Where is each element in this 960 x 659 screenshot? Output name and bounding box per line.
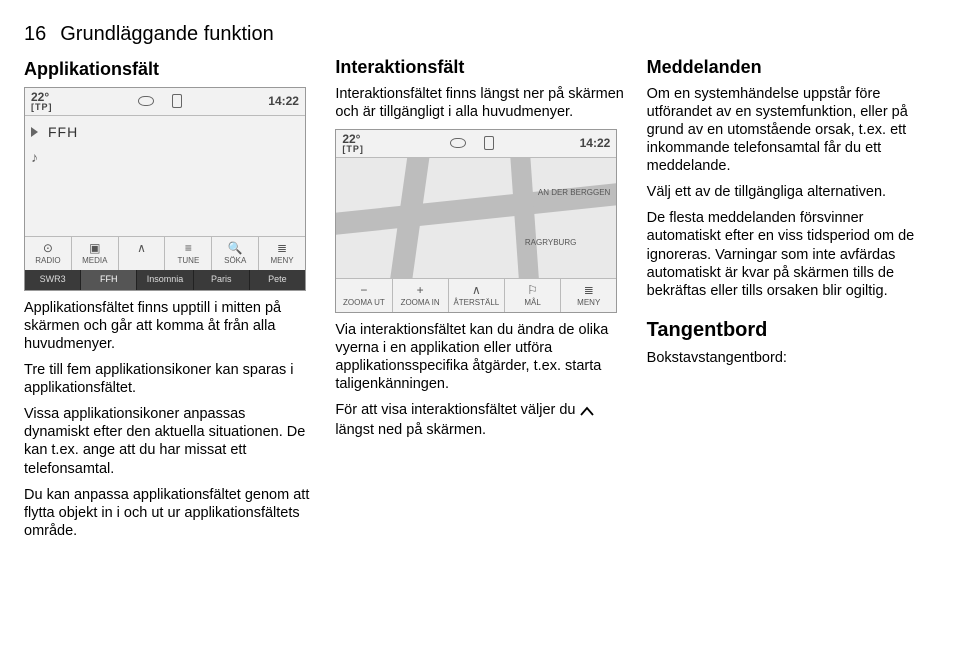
page-number: 16 [24, 22, 46, 47]
play-icon [31, 127, 38, 137]
weather-icon [138, 96, 154, 106]
column-2: Interaktionsfält Interaktionsfältet finn… [335, 22, 624, 548]
col3-para-3: De flesta meddelanden försvinner automat… [647, 209, 936, 300]
status-bar: 22° [TP] 14:22 [336, 130, 616, 154]
col1-para-1: Applikationsfältet finns upptill i mitte… [24, 299, 313, 353]
toolbar-zoom-out: −ZOOMA UT [336, 279, 392, 312]
temperature: 22° [31, 91, 53, 103]
temperature: 22° [342, 133, 364, 145]
toolbar-tune: ≡TUNE [165, 237, 212, 270]
infotainment-screenshot-radio: 22° [TP] 14:22 FFH ♪ ⊙R [24, 87, 306, 291]
clock: 14:22 [580, 136, 611, 151]
toolbar-media: ▣MEDIA [72, 237, 119, 270]
toolbar-zoom-in: +ZOOMA IN [393, 279, 449, 312]
preset-4: Paris [194, 270, 250, 289]
col2-para-3b: längst ned på skärmen. [335, 422, 486, 438]
preset-2: FFH [81, 270, 137, 289]
map-label-1: AN DER BERGGEN [538, 188, 610, 198]
map-label-2: RAGRYBURG [525, 238, 576, 248]
col2-para-2: Via interaktionsfältet kan du ändra de o… [335, 321, 624, 394]
section-heading-applikationsfalt: Applikationsfält [24, 58, 313, 81]
toolbar-search: 🔍SÖKA [212, 237, 259, 270]
phone-icon [484, 136, 494, 150]
clock: 14:22 [268, 94, 299, 109]
weather-icon [450, 138, 466, 148]
toolbar-blank: ∧ [119, 237, 166, 270]
col2-para-3a: För att visa interaktionsfältet väljer d… [335, 402, 579, 418]
column-1: 16 Grundläggande funktion Applikationsfä… [24, 22, 313, 548]
app-toolbar: ⊙RADIO ▣MEDIA ∧ ≡TUNE 🔍SÖKA ≣MENY [25, 236, 305, 270]
section-heading-tangentbord: Tangentbord [647, 318, 936, 343]
map-toolbar: −ZOOMA UT +ZOOMA IN ∧ÅTERSTÄLL ⚐MÅL ≣MEN… [336, 278, 616, 312]
col1-para-2: Tre till fem applikationsikoner kan spar… [24, 361, 313, 397]
presets-row: SWR3 FFH Insomnia Paris Pete [25, 270, 305, 289]
toolbar-destination: ⚐MÅL [505, 279, 561, 312]
preset-5: Pete [250, 270, 305, 289]
col1-para-3: Vissa applikationsikoner anpassas dynami… [24, 405, 313, 478]
phone-icon [172, 94, 182, 108]
col3-para-4: Bokstavstangentbord: [647, 349, 936, 367]
station-name: FFH [48, 124, 78, 142]
column-3: Meddelanden Om en systemhändelse uppstår… [647, 22, 936, 548]
chevron-up-icon [580, 403, 594, 421]
music-note-icon: ♪ [31, 149, 38, 167]
infotainment-screenshot-map: 22° [TP] 14:22 AN DER BERGGEN RAGRYBURG … [335, 129, 617, 313]
map-area: AN DER BERGGEN RAGRYBURG [336, 158, 616, 278]
col3-para-2: Välj ett av de tillgängliga alternativen… [647, 183, 936, 201]
toolbar-menu: ≣MENY [259, 237, 305, 270]
toolbar-menu: ≣MENY [561, 279, 616, 312]
preset-1: SWR3 [25, 270, 81, 289]
tp-indicator: [TP] [31, 103, 53, 112]
toolbar-reset: ∧ÅTERSTÄLL [449, 279, 505, 312]
page-header: 16 Grundläggande funktion [24, 22, 313, 47]
section-heading-interaktionsfalt: Interaktionsfält [335, 56, 624, 79]
col2-para-1: Interaktionsfältet finns längst ner på s… [335, 85, 624, 121]
preset-3: Insomnia [137, 270, 193, 289]
col1-para-4: Du kan anpassa applikationsfältet genom … [24, 486, 313, 540]
col3-para-1: Om en systemhändelse uppstår före utföra… [647, 85, 936, 176]
radio-body: FFH ♪ [25, 116, 305, 237]
status-bar: 22° [TP] 14:22 [25, 88, 305, 112]
tp-indicator: [TP] [342, 145, 364, 154]
section-heading-meddelanden: Meddelanden [647, 56, 936, 79]
col2-para-3: För att visa interaktionsfältet väljer d… [335, 401, 624, 439]
toolbar-radio: ⊙RADIO [25, 237, 72, 270]
chapter-title: Grundläggande funktion [60, 22, 274, 47]
